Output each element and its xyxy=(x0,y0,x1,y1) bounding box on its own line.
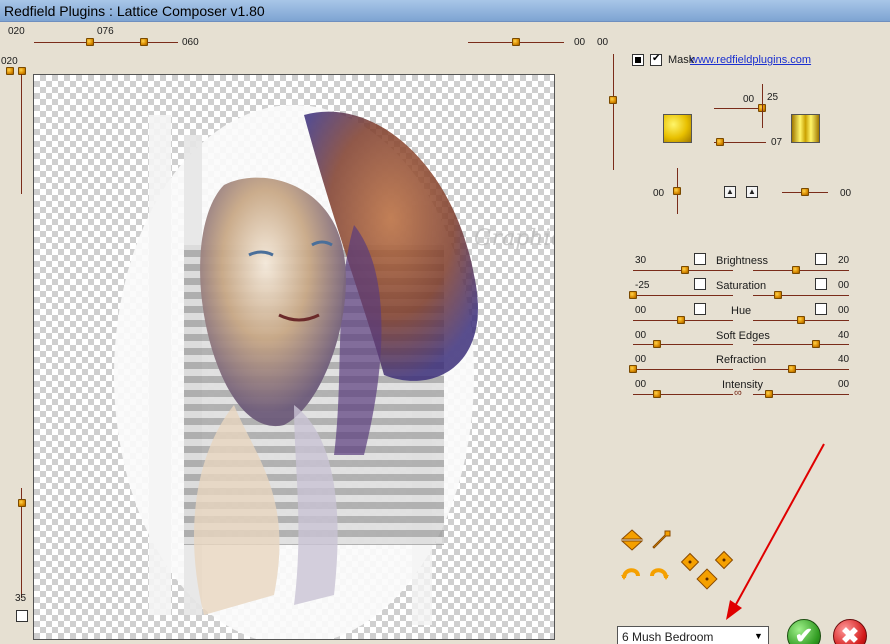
saturation-left-value: -25 xyxy=(635,280,650,291)
hue-right-value: 00 xyxy=(838,305,850,316)
flip-vertical-icon[interactable] xyxy=(620,528,644,552)
soft-edges-left-track xyxy=(633,344,733,345)
soft-edges-right-value: 40 xyxy=(838,330,850,341)
link-chain-icon[interactable]: ∞ xyxy=(734,387,742,399)
title-bar: Redfield Plugins : Lattice Composer v1.8… xyxy=(0,0,890,22)
top-slider-handle-b[interactable] xyxy=(140,38,148,46)
soft-edges-left-value: 00 xyxy=(635,330,647,341)
offset-up-button-a[interactable]: ▲ xyxy=(724,186,736,198)
preview-artwork: Graphicamia xyxy=(114,105,555,639)
tile-value-07: 07 xyxy=(771,137,783,148)
soft-edges-label: Soft Edges xyxy=(716,330,770,342)
preset-selected-value: 6 Mush Bedroom xyxy=(622,630,714,644)
brightness-right-handle[interactable] xyxy=(792,266,800,274)
refraction-left-track xyxy=(633,369,733,370)
top-slider-b-value: 060 xyxy=(182,37,199,48)
tile-value-25: 25 xyxy=(767,92,779,103)
top-right-slider-handle[interactable] xyxy=(512,38,520,46)
offset-up-button-b[interactable]: ▲ xyxy=(746,186,758,198)
saturation-left-checkbox[interactable] xyxy=(694,278,706,290)
hue-left-value: 00 xyxy=(635,305,647,316)
hue-label: Hue xyxy=(731,305,752,317)
left-slider-handle-a[interactable] xyxy=(6,67,14,75)
intensity-right-value: 00 xyxy=(838,379,850,390)
top-slider-a-value: 076 xyxy=(97,26,114,37)
dialog-client: 020 076 060 00 00 020 35 Graphi www.redf… xyxy=(0,22,890,644)
tile-slider-v-track xyxy=(762,84,763,128)
color-swatch-right[interactable] xyxy=(791,114,820,143)
checkmark-icon: ✔ xyxy=(794,623,814,644)
website-link[interactable]: www.redfieldplugins.com xyxy=(690,54,811,66)
intensity-left-handle[interactable] xyxy=(653,390,661,398)
preview-canvas[interactable]: Graphicamia xyxy=(33,74,555,640)
hue-left-handle[interactable] xyxy=(677,316,685,324)
saturation-right-value: 00 xyxy=(838,280,850,291)
rotate-right-icon[interactable] xyxy=(646,562,670,582)
refraction-right-handle[interactable] xyxy=(788,365,796,373)
hue-right-handle[interactable] xyxy=(797,316,805,324)
tile-slider-h2-handle[interactable] xyxy=(716,138,724,146)
offset-h-handle[interactable] xyxy=(801,188,809,196)
intensity-left-track xyxy=(633,394,733,395)
offset-left-value: 00 xyxy=(653,188,665,199)
close-icon: ✖ xyxy=(840,623,860,644)
brightness-left-handle[interactable] xyxy=(681,266,689,274)
saturation-right-track xyxy=(753,295,849,296)
soft-edges-left-handle[interactable] xyxy=(653,340,661,348)
left-lower-slider-handle[interactable] xyxy=(18,499,26,507)
offset-v-handle[interactable] xyxy=(673,187,681,195)
refraction-right-value: 40 xyxy=(838,354,850,365)
left-top-label: 020 xyxy=(1,56,18,67)
preview-right-slider-handle[interactable] xyxy=(609,96,617,104)
watermark-signature: Graphicamia xyxy=(474,226,555,251)
intensity-label: Intensity xyxy=(722,379,763,391)
top-slider-track xyxy=(34,42,178,43)
refraction-left-value: 00 xyxy=(635,354,647,365)
brightness-right-value: 20 xyxy=(838,255,850,266)
soft-edges-right-track xyxy=(753,344,849,345)
chevron-down-icon[interactable]: ▼ xyxy=(751,629,766,644)
saturation-label: Saturation xyxy=(716,280,767,292)
preset-select[interactable]: 6 Mush Bedroom ▼ xyxy=(617,626,769,644)
left-bottom-label: 35 xyxy=(15,593,27,604)
left-slider-handle-b[interactable] xyxy=(18,67,26,75)
rotate-left-icon[interactable] xyxy=(620,562,644,582)
refraction-left-handle[interactable] xyxy=(629,365,637,373)
mask-label: Mask xyxy=(668,54,695,66)
brightness-left-checkbox[interactable] xyxy=(694,253,706,265)
soft-edges-right-handle[interactable] xyxy=(812,340,820,348)
ok-button[interactable]: ✔ xyxy=(787,619,821,644)
brightness-label: Brightness xyxy=(716,255,768,267)
mask-color-box[interactable] xyxy=(632,54,644,66)
mask-checkbox[interactable] xyxy=(650,53,662,66)
top-right-value-2: 00 xyxy=(597,37,609,48)
tile-value-top: 00 xyxy=(743,94,755,105)
brightness-right-track xyxy=(753,270,849,271)
left-bottom-checkbox[interactable] xyxy=(16,610,28,622)
saturation-left-handle[interactable] xyxy=(629,291,637,299)
top-slider-handle-a[interactable] xyxy=(86,38,94,46)
cancel-button[interactable]: ✖ xyxy=(833,619,867,644)
refraction-label: Refraction xyxy=(716,354,767,366)
color-swatch-left[interactable] xyxy=(663,114,692,143)
annotation-arrow xyxy=(726,443,825,620)
preview-right-slider-track xyxy=(613,54,614,170)
window-title: Redfield Plugins : Lattice Composer v1.8… xyxy=(4,3,265,19)
left-slider-track-upper xyxy=(21,74,22,194)
brightness-right-checkbox[interactable] xyxy=(815,253,827,265)
top-right-value-1: 00 xyxy=(574,37,586,48)
intensity-left-value: 00 xyxy=(635,379,647,390)
saturation-left-track xyxy=(633,295,733,296)
top-left-label: 020 xyxy=(8,26,25,37)
expand-arrow-icon[interactable] xyxy=(650,528,672,550)
hue-right-checkbox[interactable] xyxy=(815,303,827,315)
intensity-right-handle[interactable] xyxy=(765,390,773,398)
saturation-right-checkbox[interactable] xyxy=(815,278,827,290)
hue-left-checkbox[interactable] xyxy=(694,303,706,315)
brightness-left-value: 30 xyxy=(635,255,647,266)
refraction-right-track xyxy=(753,369,849,370)
saturation-right-handle[interactable] xyxy=(774,291,782,299)
offset-right-value: 00 xyxy=(840,188,852,199)
